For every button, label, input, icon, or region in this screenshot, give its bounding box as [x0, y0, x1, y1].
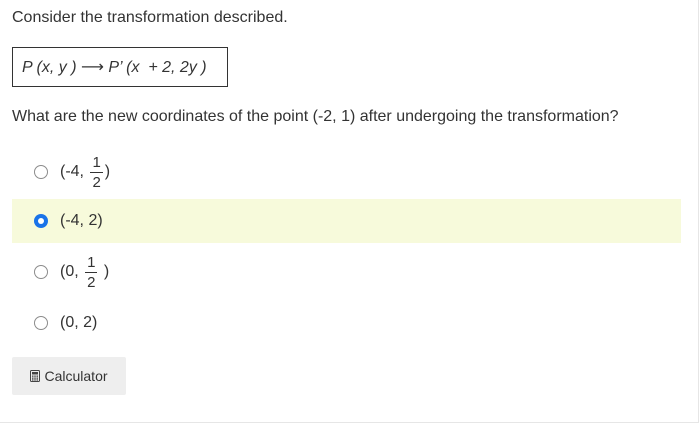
answer-option-b-label: (-4, 2)	[60, 212, 103, 229]
answer-option-d-label: (0, 2)	[60, 314, 98, 331]
fraction-numerator: 1	[90, 153, 103, 173]
calculator-icon	[30, 370, 41, 382]
prompt-intro: Consider the transformation described.	[12, 9, 288, 26]
transformation-formula: P (x, y ) ⟶ P’ (x + 2, 2y )	[22, 59, 207, 76]
answer-option-a[interactable]: (-4, 1 2 )	[12, 150, 681, 194]
fraction-one-half: 1 2	[90, 153, 103, 191]
radio-button-a[interactable]	[34, 165, 48, 179]
calculator-button[interactable]: Calculator	[12, 357, 126, 395]
answer-option-c-prefix: (0,	[60, 263, 84, 280]
calculator-button-label: Calculator	[44, 368, 108, 384]
radio-button-d[interactable]	[34, 316, 48, 330]
answer-option-d[interactable]: (0, 2)	[12, 301, 681, 345]
question-text: What are the new coordinates of the poin…	[12, 108, 619, 125]
fraction-one-half: 1 2	[85, 253, 98, 291]
transformation-formula-box: P (x, y ) ⟶ P’ (x + 2, 2y )	[12, 47, 228, 87]
answer-option-c-label: (0, 1 2 )	[60, 255, 109, 290]
radio-button-b[interactable]	[34, 214, 48, 228]
answer-option-b[interactable]: (-4, 2)	[12, 199, 681, 243]
fraction-denominator: 2	[92, 173, 101, 191]
answer-option-c-suffix: )	[99, 263, 110, 280]
answer-option-a-suffix: )	[104, 163, 111, 180]
answer-option-a-label: (-4, 1 2 )	[60, 155, 110, 190]
answer-option-c[interactable]: (0, 1 2 )	[12, 250, 681, 294]
fraction-numerator: 1	[85, 253, 98, 273]
answer-option-a-prefix: (-4,	[60, 163, 89, 180]
fraction-denominator: 2	[87, 273, 96, 291]
radio-button-c[interactable]	[34, 265, 48, 279]
